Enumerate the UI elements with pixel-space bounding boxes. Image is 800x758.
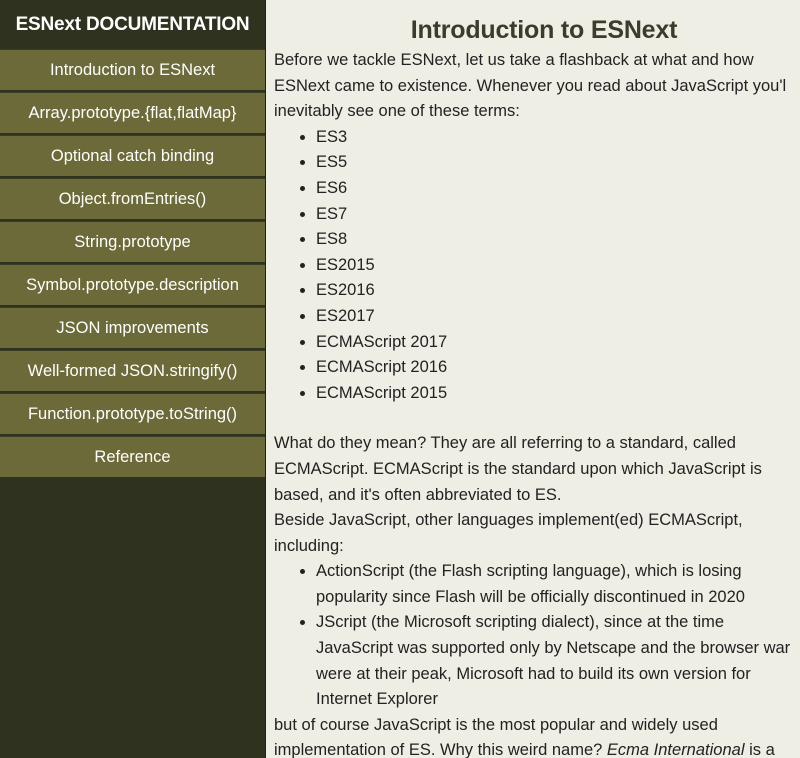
closing-prefix: implementation of ES. Why this weird nam… [274,741,607,758]
nav-item-optional-catch[interactable]: Optional catch binding [0,135,265,177]
sidebar-nav: Introduction to ESNext Array.prototype.{… [0,49,265,478]
main-content: Introduction to ESNext Before we tackle … [266,0,800,758]
es-terms-list: ES3 ES5 ES6 ES7 ES8 ES2015 ES2016 ES2017… [274,125,800,407]
list-item-line: Internet Explorer [316,690,438,709]
closing-suffix: is a [744,741,775,758]
nav-item-reference[interactable]: Reference [0,436,265,478]
nav-item-wellformed-stringify[interactable]: Well-formed JSON.stringify() [0,350,265,392]
nav-item-introduction[interactable]: Introduction to ESNext [0,49,265,91]
page-title: Introduction to ESNext [410,16,678,44]
meaning-line: based, and it's often abbreviated to ES. [274,485,562,504]
list-item: ECMAScript 2017 [316,330,800,356]
list-item: ES2017 [316,304,800,330]
nav-item-symbol-description[interactable]: Symbol.prototype.description [0,264,265,306]
closing-text: but of course JavaScript is the most pop… [274,713,800,758]
meaning-line: ECMAScript. ECMAScript is the standard u… [274,459,762,478]
nav-item-array-flat[interactable]: Array.prototype.{flat,flatMap} [0,92,265,134]
ecma-international-emphasis: Ecma International [606,741,745,758]
sidebar-title: ESNext DOCUMENTATION [0,0,265,49]
nav-item-function-tostring[interactable]: Function.prototype.toString() [0,393,265,435]
beside-line: Beside JavaScript, other languages imple… [274,511,743,530]
intro-line: Before we tackle ESNext, let us take a f… [274,51,754,69]
nav-item-string-prototype[interactable]: String.prototype [0,221,265,263]
intro-line: ESNext came to existence. Whenever you r… [274,76,787,95]
list-item-line: popularity since Flash will be officiall… [316,587,745,606]
implementations-list: ActionScript (the Flash scripting langua… [274,559,800,713]
closing-line: implementation of ES. Why this weird nam… [274,738,800,758]
list-item: ES3 [316,125,800,151]
list-item: JScript (the Microsoft scripting dialect… [316,610,800,712]
list-item: ES7 [316,202,800,228]
list-item-line: ActionScript (the Flash scripting langua… [316,562,742,581]
list-item: ES2015 [316,253,800,279]
nav-item-json-improvements[interactable]: JSON improvements [0,307,265,349]
list-item: ECMAScript 2015 [316,381,800,407]
beside-line: including: [274,536,344,555]
list-item: ECMAScript 2016 [316,355,800,381]
list-item: ES2016 [316,278,800,304]
meaning-line: What do they mean? They are all referrin… [274,434,736,453]
closing-line: but of course JavaScript is the most pop… [274,715,718,734]
list-item: ES8 [316,227,800,253]
list-item: ES6 [316,176,800,202]
sidebar: ESNext DOCUMENTATION Introduction to ESN… [0,0,266,758]
list-item-line: JScript (the Microsoft scripting dialect… [316,613,725,632]
nav-item-object-fromentries[interactable]: Object.fromEntries() [0,178,265,220]
list-item: ES5 [316,150,800,176]
intro-line: inevitably see one of these terms: [274,102,520,121]
beside-text: Beside JavaScript, other languages imple… [274,508,800,559]
list-item: ActionScript (the Flash scripting langua… [316,559,800,610]
list-item-line: were at their peak, Microsoft had to bui… [316,664,751,683]
meaning-text: What do they mean? They are all referrin… [274,431,800,508]
intro-text: Before we tackle ESNext, let us take a f… [274,48,800,125]
list-item-line: JavaScript was supported only by Netscap… [316,639,791,658]
